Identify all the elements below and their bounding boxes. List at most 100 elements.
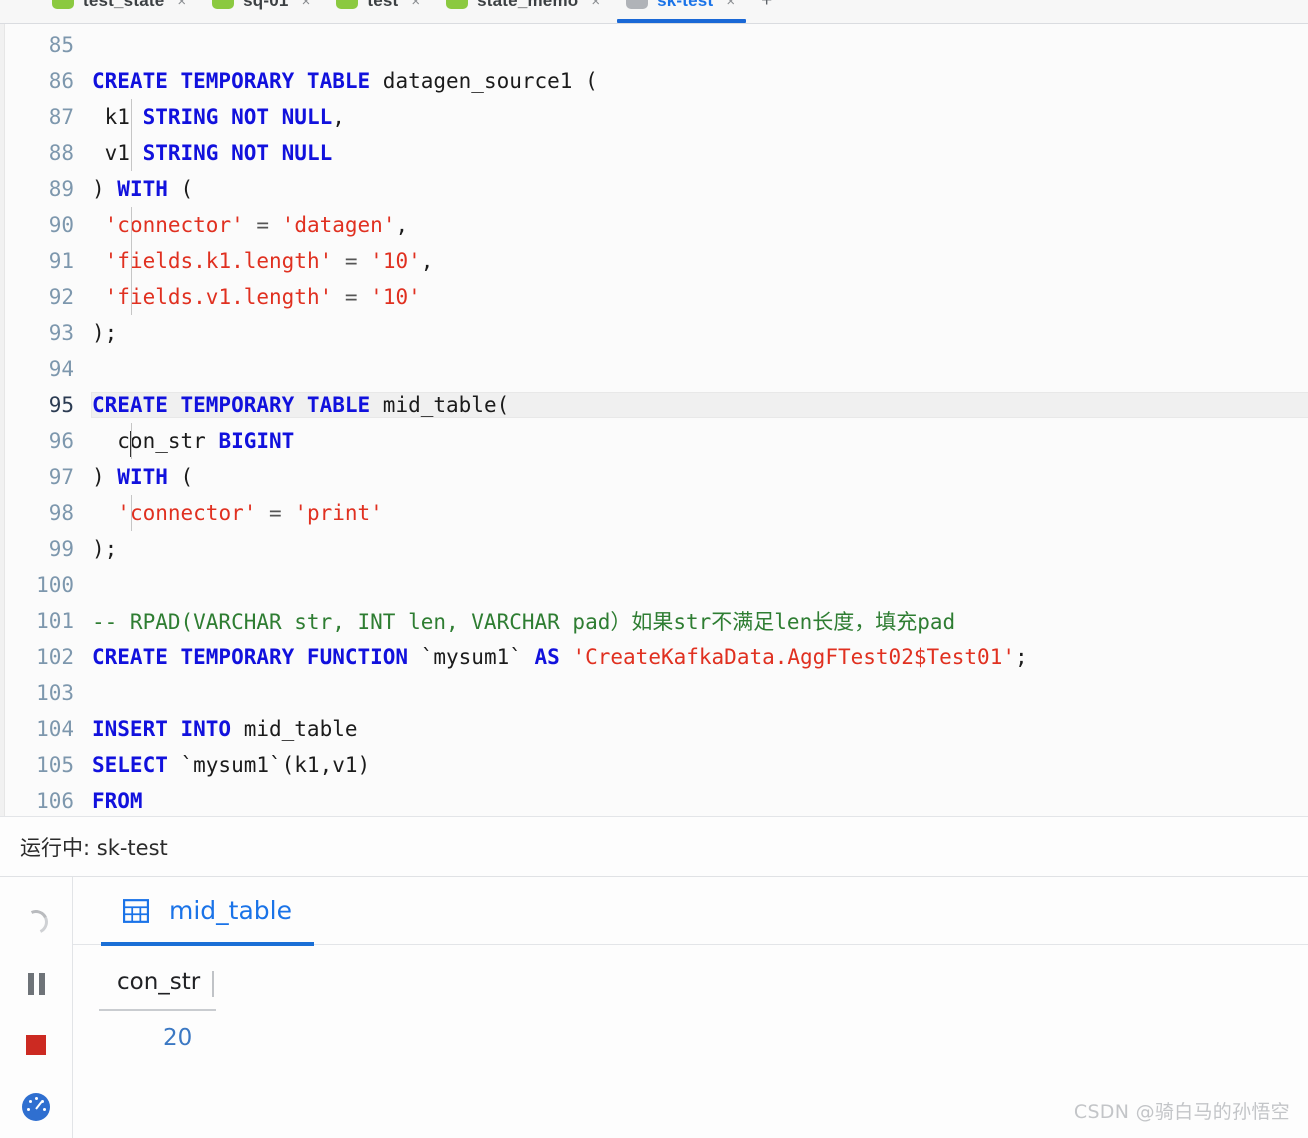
code-line[interactable]: 85 [0, 27, 1308, 63]
code-token-idf: k1 [92, 105, 143, 129]
code-line[interactable]: 98 'connector' = 'print' [0, 495, 1308, 531]
stop-button[interactable] [3, 1015, 69, 1077]
code-token-op: = [243, 213, 282, 237]
close-icon[interactable]: × [177, 0, 186, 10]
code-token-kw: STRING NOT NULL [142, 105, 333, 129]
line-number: 106 [36, 789, 74, 813]
code-line[interactable]: 103 [0, 675, 1308, 711]
code-line[interactable]: 101 -- RPAD(VARCHAR str, INT len, VARCHAR… [0, 603, 1308, 639]
code-line[interactable]: 95 CREATE TEMPORARY TABLE mid_table( [0, 387, 1308, 423]
column-resize-handle[interactable] [212, 971, 215, 997]
code-line[interactable]: 94 [0, 351, 1308, 387]
line-number: 98 [48, 501, 74, 525]
code-text: CREATE TEMPORARY TABLE datagen_source1 ( [92, 69, 1308, 93]
code-token-idf: , [395, 213, 409, 237]
code-token-kw: AS [534, 645, 573, 669]
code-token-str: 'connector' [117, 501, 257, 525]
code-line[interactable]: 97 ) WITH ( [0, 459, 1308, 495]
stop-icon [26, 1035, 46, 1056]
close-icon[interactable]: × [411, 0, 420, 10]
sql-code-editor[interactable]: 85 86 CREATE TEMPORARY TABLE datagen_sourc… [0, 24, 1308, 817]
result-panel: mid_table con_str 20 CSDN @骑白马的孙悟空 [0, 877, 1308, 1138]
editor-tab-test-state[interactable]: test_state × [40, 0, 200, 23]
code-line[interactable]: 92 'fields.v1.length' = '10' [0, 279, 1308, 315]
line-number: 104 [36, 717, 74, 741]
line-number: 97 [48, 465, 74, 489]
close-icon[interactable]: × [591, 0, 600, 10]
code-token-kw: CREATE TEMPORARY TABLE [92, 393, 383, 417]
code-text: con_str BIGINT [92, 429, 1308, 453]
result-toolbar-rail [0, 877, 73, 1138]
indent-guide [131, 99, 132, 171]
editor-tab-sk-test[interactable]: sk-test × [614, 0, 749, 23]
code-line[interactable]: 96 con_str BIGINT [0, 423, 1308, 459]
code-line[interactable]: 102 CREATE TEMPORARY FUNCTION `mysum1` AS… [0, 639, 1308, 675]
code-line[interactable]: 104 INSERT INTO mid_table [0, 711, 1308, 747]
code-token-idf: con_str [92, 429, 219, 453]
code-text: ) WITH ( [92, 177, 1308, 201]
result-column-header[interactable]: con_str [99, 969, 217, 1011]
code-line[interactable]: 93); [0, 315, 1308, 351]
code-text: CREATE TEMPORARY TABLE mid_table( [92, 393, 1308, 417]
code-token-kw: CREATE TEMPORARY FUNCTION [92, 645, 421, 669]
code-line[interactable]: 90 'connector' = 'datagen', [0, 207, 1308, 243]
code-line[interactable]: 86 CREATE TEMPORARY TABLE datagen_source1… [0, 63, 1308, 99]
indent-guide [131, 423, 132, 459]
code-token-kw: CREATE TEMPORARY TABLE [92, 69, 383, 93]
table-row[interactable]: 20 [99, 1010, 216, 1051]
code-token-str: 'fields.v1.length' [104, 285, 333, 309]
table-cell: 20 [162, 1025, 193, 1051]
editor-tab-state-memo[interactable]: state_memo × [434, 0, 614, 23]
editor-tab-active-underline [617, 19, 747, 23]
line-number: 103 [36, 681, 74, 705]
code-token-idf: `mysum1` [420, 645, 535, 669]
code-lines[interactable]: 85 86 CREATE TEMPORARY TABLE datagen_sourc… [0, 24, 1308, 816]
code-token-op: = [332, 249, 371, 273]
code-token-idf: ); [92, 321, 118, 345]
tab-running-indicator-icon [446, 0, 469, 9]
code-token-idf: ; [1014, 645, 1028, 669]
code-text: ) WITH ( [92, 465, 1308, 489]
code-token-idf: , [420, 249, 434, 273]
code-line[interactable]: 91 'fields.k1.length' = '10', [0, 243, 1308, 279]
code-text: 'fields.k1.length' = '10', [92, 249, 1308, 273]
tab-running-indicator-icon [212, 0, 235, 9]
watermark: CSDN @骑白马的孙悟空 [1073, 1101, 1290, 1123]
code-text: v1 STRING NOT NULL [92, 141, 1308, 165]
code-token-str: 'datagen' [281, 213, 396, 237]
close-icon[interactable]: × [726, 0, 735, 10]
line-number: 93 [48, 321, 74, 345]
code-token-kw: STRING NOT NULL [142, 141, 333, 165]
new-tab-button[interactable]: + [755, 0, 778, 23]
code-token-idf: `mysum1`(k1,v1) [167, 753, 371, 777]
tab-running-indicator-icon [336, 0, 359, 9]
code-text: INSERT INTO mid_table [92, 717, 1308, 741]
code-line[interactable]: 88 v1 STRING NOT NULL [0, 135, 1308, 171]
result-main: mid_table con_str 20 CSDN @骑白马的孙悟空 [73, 877, 1308, 1138]
code-line[interactable]: 100 [0, 567, 1308, 603]
line-number: 99 [48, 537, 74, 561]
code-line[interactable]: 105 SELECT `mysum1`(k1,v1) [0, 747, 1308, 783]
run-status-text: 运行中: sk-test [20, 835, 168, 860]
code-line[interactable]: 99); [0, 531, 1308, 567]
indent-guide [131, 495, 132, 531]
code-token-idf [92, 249, 105, 273]
editor-tab-test[interactable]: test × [324, 0, 434, 23]
line-number: 101 [36, 609, 74, 633]
code-line[interactable]: 87 k1 STRING NOT NULL, [0, 99, 1308, 135]
code-token-idf: v1 [92, 141, 143, 165]
close-icon[interactable]: × [302, 0, 311, 10]
code-line[interactable]: 106 FROM [0, 783, 1308, 816]
result-tab-mid-table[interactable]: mid_table [101, 877, 314, 946]
result-column-label: con_str [117, 969, 201, 995]
pause-button[interactable] [3, 953, 69, 1015]
result-tab-active-underline [101, 941, 314, 946]
loading-spinner-icon [3, 891, 69, 953]
code-text: 'connector' = 'print' [92, 501, 1308, 525]
code-text: ); [92, 321, 1308, 345]
editor-tab-sq-01[interactable]: sq-01 × [200, 0, 324, 23]
metrics-button[interactable] [3, 1076, 69, 1138]
code-text: 'connector' = 'datagen', [92, 213, 1308, 237]
code-token-str: 'connector' [104, 213, 244, 237]
code-line[interactable]: 89) WITH ( [0, 171, 1308, 207]
